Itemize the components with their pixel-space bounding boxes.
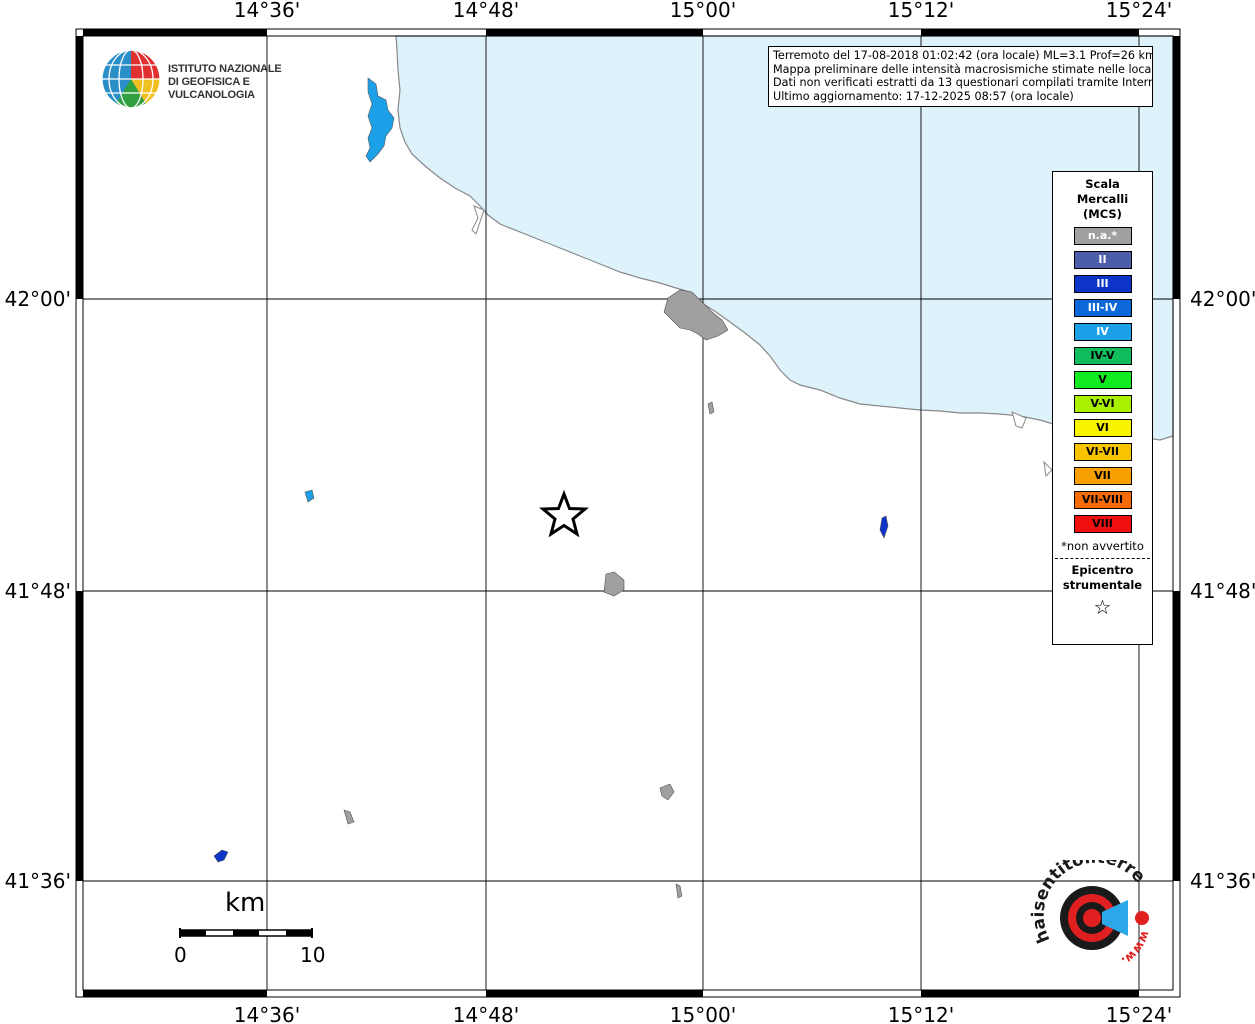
legend-item: VI <box>1073 419 1132 437</box>
mcs-legend: Scala Mercalli (MCS) n.a.* II III III-IV IV I… <box>1052 171 1153 645</box>
lat-tick-left: 41°36' <box>5 869 71 893</box>
legend-item: IV <box>1073 323 1132 341</box>
legend-epicenter-line: strumentale <box>1062 578 1143 592</box>
legend-item: II <box>1073 251 1132 269</box>
lon-tick-bottom: 15°00' <box>670 1003 736 1024</box>
legend-item: III-IV <box>1073 299 1132 317</box>
svg-text:www.: www. <box>1119 929 1153 968</box>
ingv-name-line: ISTITUTO NAZIONALE <box>168 63 282 75</box>
legend-divider <box>1055 558 1150 559</box>
hsl-logo: haisentitoilterremoto.it www. <box>1021 845 1165 980</box>
scale-max: 10 <box>300 943 326 967</box>
scale-bar: km 0 10 <box>174 888 326 973</box>
lon-tick-top: 15°24' <box>1106 0 1172 22</box>
legend-item: VIII <box>1073 515 1132 533</box>
legend-star-icon: ☆ <box>1093 595 1112 619</box>
legend-note: *non avvertito <box>1061 539 1144 553</box>
info-line: Mappa preliminare delle intensità macros… <box>773 62 1153 76</box>
legend-item: V <box>1073 371 1132 389</box>
hsl-logo-sub: www. <box>1119 929 1153 968</box>
legend-item: III <box>1073 275 1132 293</box>
lon-tick-top: 15°12' <box>888 0 954 22</box>
lat-tick-right: 41°36' <box>1190 869 1255 893</box>
hsl-target-icon: haisentitoilterremoto.it www. <box>1021 845 1153 968</box>
legend-title-line: (MCS) <box>1083 207 1122 221</box>
lat-tick-left: 42°00' <box>5 287 71 311</box>
legend-title: Scala Mercalli (MCS) <box>1053 177 1152 222</box>
lon-tick-top: 14°36' <box>234 0 300 22</box>
legend-epicenter-label: Epicentro strumentale <box>1053 563 1152 593</box>
legend-title-line: Scala <box>1085 177 1120 191</box>
legend-item: VI-VII <box>1073 443 1132 461</box>
lon-tick-bottom: 14°48' <box>453 1003 519 1024</box>
lon-tick-top: 14°48' <box>453 0 519 22</box>
scale-title: km <box>225 888 266 918</box>
earthquake-info-box: Terremoto del 17-08-2018 01:02:42 (ora l… <box>768 46 1153 107</box>
legend-item: IV-V <box>1073 347 1132 365</box>
info-line: Terremoto del 17-08-2018 01:02:42 (ora l… <box>773 49 1153 62</box>
lat-tick-left: 41°48' <box>5 579 71 603</box>
legend-item: n.a.* <box>1073 227 1132 245</box>
lon-tick-bottom: 14°36' <box>234 1003 300 1024</box>
scale-bar-graphic <box>179 928 313 938</box>
legend-item: VII-VIII <box>1073 491 1132 509</box>
legend-items: n.a.* II III III-IV IV IV-V V V-VI VI VI-VII VII VI… <box>1053 227 1152 533</box>
legend-item: VII <box>1073 467 1132 485</box>
legend-epicenter-line: Epicentro <box>1071 563 1134 577</box>
lon-tick-bottom: 15°24' <box>1106 1003 1172 1024</box>
scale-min: 0 <box>174 943 187 967</box>
lat-tick-right: 41°48' <box>1190 579 1255 603</box>
ingv-logo: ISTITUTO NAZIONALE DI GEOFISICA E VULCAN… <box>100 46 330 110</box>
lat-tick-right: 42°00' <box>1190 287 1255 311</box>
ingv-name: ISTITUTO NAZIONALE DI GEOFISICA E VULCAN… <box>168 63 330 102</box>
info-line: Ultimo aggiornamento: 17-12-2025 08:57 (… <box>773 89 1074 103</box>
ingv-globe-icon <box>101 49 161 109</box>
lon-tick-bottom: 15°12' <box>888 1003 954 1024</box>
ingv-name-line: DI GEOFISICA E VULCANOLOGIA <box>168 76 255 101</box>
legend-title-line: Mercalli <box>1076 192 1129 206</box>
legend-item: V-VI <box>1073 395 1132 413</box>
lon-tick-top: 15°00' <box>670 0 736 22</box>
info-line: Dati non verificati estratti da 13 quest… <box>773 76 1153 89</box>
